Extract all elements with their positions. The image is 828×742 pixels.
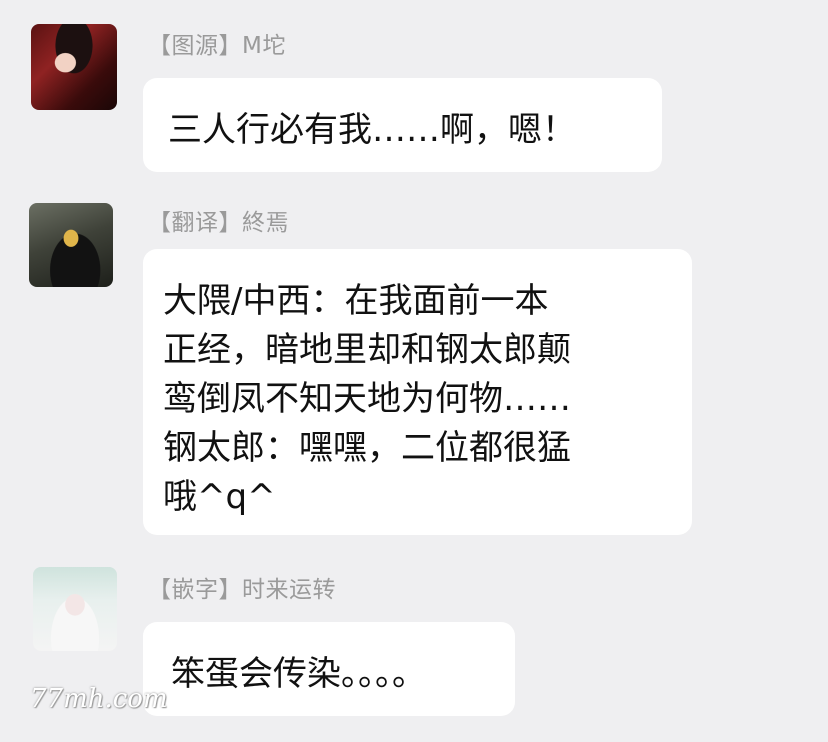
message-bubble: 大隈/中西：在我面前一本 正经，暗地里却和钢太郎颠 鸾倒凤不知天地为何物…… 钢… <box>143 249 692 535</box>
sender-name: 【嵌字】时来运转 <box>148 577 336 603</box>
message-text: 大隈/中西：在我面前一本 <box>163 281 549 321</box>
message-bubble: 三人行必有我……啊，嗯！ <box>143 78 662 172</box>
message-text: 钢太郎：嘿嘿，二位都很猛 <box>163 428 571 468</box>
avatar[interactable] <box>31 24 117 110</box>
sender-name: 【翻译】終焉 <box>148 210 289 236</box>
message-text: 鸾倒凤不知天地为何物…… <box>163 379 571 419</box>
message-text: 三人行必有我……啊，嗯！ <box>168 110 576 150</box>
message-bubble: 笨蛋会传染。。。。 <box>143 622 515 716</box>
message-text: 正经，暗地里却和钢太郎颠 <box>163 330 571 370</box>
message-text: 哦^q^ <box>163 477 276 517</box>
avatar[interactable] <box>29 203 113 287</box>
avatar[interactable] <box>33 567 117 651</box>
sender-name: 【图源】M坨 <box>148 33 286 59</box>
watermark: 77mh.com <box>30 684 168 714</box>
message-text: 笨蛋会传染。。。。 <box>171 654 426 694</box>
